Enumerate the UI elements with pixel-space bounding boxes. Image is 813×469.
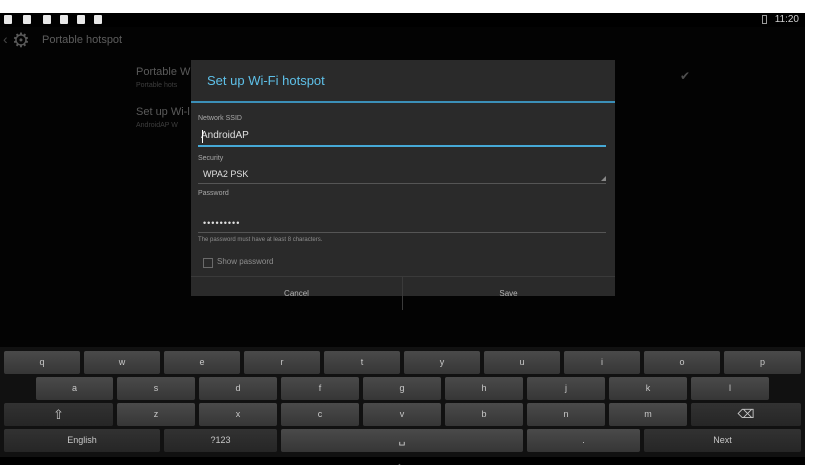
password-input[interactable]: ••••••••• bbox=[203, 218, 240, 228]
key-t[interactable]: t bbox=[324, 351, 400, 374]
key-o[interactable]: o bbox=[644, 351, 720, 374]
key-e[interactable]: e bbox=[164, 351, 240, 374]
status-bar: 11:20 bbox=[0, 13, 805, 27]
key-z[interactable]: z bbox=[117, 403, 195, 426]
ssid-label: Network SSID bbox=[198, 115, 242, 122]
text-cursor bbox=[202, 130, 203, 143]
symbols-key[interactable]: ?123 bbox=[164, 429, 277, 452]
shift-key[interactable]: ⇧ bbox=[4, 403, 113, 426]
key-w[interactable]: w bbox=[84, 351, 160, 374]
key-q[interactable]: q bbox=[4, 351, 80, 374]
key-k[interactable]: k bbox=[609, 377, 687, 400]
save-button[interactable]: Save bbox=[403, 277, 614, 310]
notification-icon bbox=[4, 15, 12, 24]
password-label: Password bbox=[198, 190, 229, 197]
show-password-label[interactable]: Show password bbox=[217, 257, 273, 266]
key-m[interactable]: m bbox=[609, 403, 687, 426]
security-label: Security bbox=[198, 155, 224, 162]
ssid-input[interactable]: AndroidAP bbox=[201, 130, 249, 141]
key-c[interactable]: c bbox=[281, 403, 359, 426]
dropdown-corner-icon bbox=[601, 176, 606, 181]
navigation-bar: ⌄ ⌂ ▭ bbox=[0, 457, 805, 465]
key-r[interactable]: r bbox=[244, 351, 320, 374]
next-key[interactable]: Next bbox=[644, 429, 801, 452]
period-key[interactable]: . bbox=[527, 429, 640, 452]
password-underline bbox=[198, 232, 606, 233]
recents-icon[interactable]: ▭ bbox=[476, 461, 486, 465]
delete-key[interactable]: ⌫ bbox=[691, 403, 801, 426]
security-select[interactable]: WPA2 PSK bbox=[203, 169, 248, 179]
dialog-button-bar: Cancel Save bbox=[191, 276, 615, 311]
key-h[interactable]: h bbox=[445, 377, 523, 400]
wifi-hotspot-dialog: Set up Wi-Fi hotspot Network SSID Androi… bbox=[191, 60, 615, 310]
key-s[interactable]: s bbox=[117, 377, 195, 400]
key-u[interactable]: u bbox=[484, 351, 560, 374]
key-p[interactable]: p bbox=[724, 351, 801, 374]
title-divider bbox=[191, 101, 615, 103]
back-icon[interactable]: ⌄ bbox=[316, 461, 325, 465]
show-password-checkbox[interactable] bbox=[203, 258, 213, 268]
key-j[interactable]: j bbox=[527, 377, 605, 400]
space-key[interactable]: ␣ bbox=[281, 429, 523, 452]
cancel-button[interactable]: Cancel bbox=[191, 277, 403, 310]
notification-icon bbox=[23, 15, 31, 24]
key-l[interactable]: l bbox=[691, 377, 769, 400]
dialog-title: Set up Wi-Fi hotspot bbox=[207, 73, 325, 88]
device-screen: 11:20 ‹ ⚙ Portable hotspot Portable W Po… bbox=[0, 13, 805, 465]
clock: 11:20 bbox=[774, 14, 799, 25]
key-n[interactable]: n bbox=[527, 403, 605, 426]
key-f[interactable]: f bbox=[281, 377, 359, 400]
key-d[interactable]: d bbox=[199, 377, 277, 400]
key-y[interactable]: y bbox=[404, 351, 480, 374]
key-x[interactable]: x bbox=[199, 403, 277, 426]
key-v[interactable]: v bbox=[363, 403, 441, 426]
key-i[interactable]: i bbox=[564, 351, 640, 374]
key-g[interactable]: g bbox=[363, 377, 441, 400]
security-underline bbox=[198, 183, 606, 184]
notification-icon bbox=[43, 15, 51, 24]
soft-keyboard: q w e r t y u i o p a s d f g h j k l ⇧ … bbox=[0, 347, 805, 457]
password-hint: The password must have at least 8 charac… bbox=[198, 237, 323, 243]
notification-icon bbox=[77, 15, 85, 24]
notification-icon bbox=[60, 15, 68, 24]
key-a[interactable]: a bbox=[36, 377, 113, 400]
ssid-underline bbox=[198, 145, 606, 147]
battery-icon bbox=[761, 15, 767, 24]
notification-icon bbox=[94, 15, 102, 24]
home-icon[interactable]: ⌂ bbox=[396, 461, 403, 465]
language-key[interactable]: English bbox=[4, 429, 160, 452]
key-b[interactable]: b bbox=[445, 403, 523, 426]
